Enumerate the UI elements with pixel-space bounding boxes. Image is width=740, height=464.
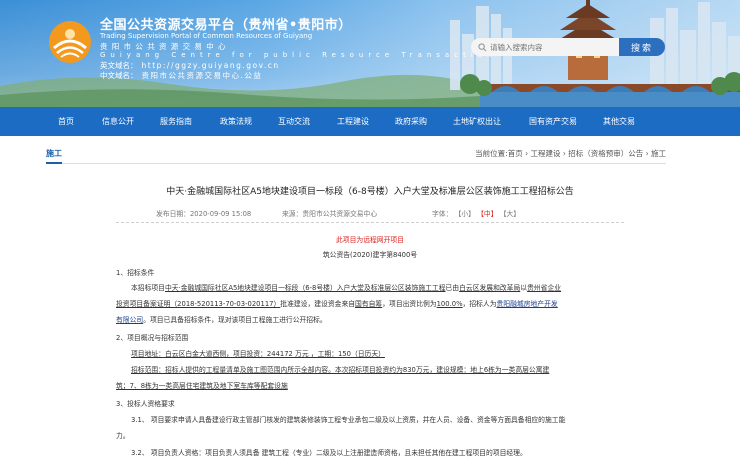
search-button[interactable]: 搜索 (619, 38, 665, 56)
nav-service-guide[interactable]: 服务指南 (160, 107, 192, 136)
nav-construction[interactable]: 工程建设 (337, 107, 369, 136)
font-large-button[interactable]: 【大】 (500, 210, 520, 218)
tenderer-name-part-1: 贵阳融城房地产开发 (496, 300, 558, 308)
english-domain-label: 英文域名： (100, 61, 138, 70)
nav-land-mining[interactable]: 土地矿权出让 (453, 107, 501, 136)
qualification-3-1-line-2: 力。 (116, 432, 130, 440)
section-3-heading: 3、投标人资格要求 (116, 400, 175, 408)
nav-state-assets[interactable]: 国有资产交易 (529, 107, 577, 136)
article-source: 来源：贵阳市公共资源交易中心 (282, 210, 378, 218)
search-icon (478, 43, 487, 52)
chinese-domain-row: 中文域名： 贵阳市公共资源交易中心.公益 (100, 70, 262, 81)
nav-info-disclosure[interactable]: 信息公开 (102, 107, 134, 136)
article-title: 中天·金融城国际社区A5地块建设项目一标段（6-8号楼）入户大堂及标准层公区装饰… (166, 187, 574, 197)
font-size-label: 字体： (432, 210, 453, 218)
funding-ratio: 100.0% (436, 300, 463, 308)
filing-doc-part-2: 投资项目备案证明（2018-520113-70-03-020117） (116, 300, 281, 308)
site-logo-icon (49, 21, 91, 63)
english-domain-value: http://ggzy.guiyang.gov.cn (141, 61, 280, 70)
center-name-english: Guiyang Centre for public Resource Trans… (100, 51, 497, 59)
nav-home[interactable]: 首页 (58, 107, 74, 136)
section-1-line-2: 投资项目备案证明（2018-520113-70-03-020117）批准建设，建… (116, 300, 558, 308)
nav-interaction[interactable]: 互动交流 (278, 107, 310, 136)
breadcrumb-path[interactable]: 当前位置:首页 › 工程建设 › 招标（资格预审）公告 › 施工 (475, 148, 666, 159)
section-1-line-3: 有限公司。项目已具备招标条件，现对该项目工程施工进行公开招标。 (116, 316, 327, 324)
site-title: 全国公共资源交易平台（贵州省•贵阳市） (100, 18, 352, 33)
nav-policies[interactable]: 政策法规 (220, 107, 252, 136)
section-1-heading: 1、招标条件 (116, 269, 155, 277)
publish-date: 发布日期：2020-09-09 15:08 (156, 210, 252, 218)
filing-doc-part-1: 贵州省企业 (527, 284, 562, 292)
chinese-domain-label: 中文域名： (100, 71, 138, 80)
remote-bid-notice: 此项目为远程网开项目 (336, 236, 404, 244)
chinese-domain-value: 贵阳市公共资源交易中心.公益 (141, 71, 263, 80)
site-title-english: Trading Supervision Portal of Common Res… (100, 32, 313, 40)
nav-other-trading[interactable]: 其他交易 (603, 107, 635, 136)
main-nav: 首页 信息公开 服务指南 政策法规 互动交流 工程建设 政府采购 土地矿权出让 … (0, 107, 740, 136)
section-2-heading: 2、项目概况与招标范围 (116, 334, 189, 342)
qualification-3-2: 3.2、 项目负责人资格：项目负责人须具备 建筑工程（专业）二级及以上注册建造师… (131, 449, 527, 457)
section-1-line-1: 本招标项目中天·金融城国际社区A5地块建设项目一标段（6-8号楼）入户大堂及标准… (131, 284, 562, 292)
approving-authority: 白云区发展和改革局 (459, 284, 521, 292)
project-address-line: 项目地址：白云区白金大道西侧，项目投资：244172 万元 ，工期：150（日历… (131, 350, 385, 358)
font-small-button[interactable]: 【小】 (455, 210, 475, 218)
meta-divider (116, 222, 624, 223)
search-input[interactable] (490, 39, 618, 55)
font-size-controls: 字体： 【小】 【中】 【大】 (432, 208, 520, 218)
section-title: 施工 (46, 148, 62, 164)
announcement-number: 筑公资告(2020)建字第8400号 (322, 251, 418, 259)
tender-scope-line-2: 筑；7、8栋为一类高层住宅建筑及地下室车库等配套设施 (116, 382, 288, 390)
font-medium-button[interactable]: 【中】 (477, 210, 497, 218)
tender-scope-line-1: 招标范围：招标人提供的工程量清单及施工图范围内所示全部内容。本次招标项目投资约为… (131, 366, 550, 374)
funding-source: 国有自筹 (355, 300, 383, 308)
qualification-3-1-line-1: 3.1、 项目要求申请人具备建设行政主管部门核发的建筑装修装饰工程专业承包二级及… (131, 416, 566, 424)
project-name: 中天·金融城国际社区A5地块建设项目一标段（6-8号楼）入户大堂及标准层公区装饰… (164, 284, 446, 292)
tenderer-name-part-2: 有限公司 (116, 316, 144, 324)
breadcrumb: 施工 当前位置:首页 › 工程建设 › 招标（资格预审）公告 › 施工 (46, 148, 666, 164)
nav-procurement[interactable]: 政府采购 (395, 107, 427, 136)
